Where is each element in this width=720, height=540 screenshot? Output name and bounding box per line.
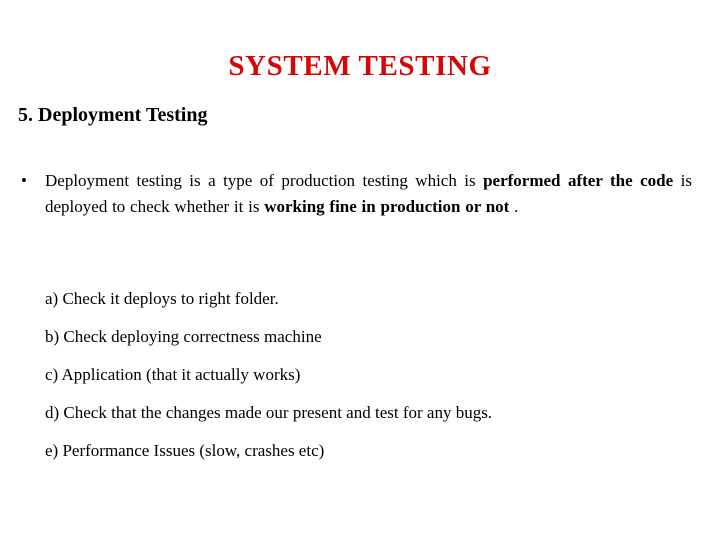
page-title: SYSTEM TESTING (228, 50, 492, 82)
list-item: b) Check deploying correctness machine (45, 327, 322, 346)
section-heading: 5. Deployment Testing (18, 104, 208, 126)
regular-run: Deployment testing is a type of producti… (45, 171, 484, 190)
bullet-row: • Deployment testing is a type of produc… (18, 168, 692, 220)
slide-canvas: SYSTEM TESTING 5. Deployment Testing • D… (0, 0, 720, 540)
bold-run: working fine in production or not (264, 197, 510, 216)
bullet-paragraph-text: Deployment testing is a type of producti… (45, 168, 692, 220)
lettered-list: a) Check it deploys to right folder. b) … (45, 289, 685, 479)
bullet-point-icon: • (21, 171, 27, 190)
list-item: a) Check it deploys to right folder. (45, 289, 279, 308)
list-item: c) Application (that it actually works) (45, 365, 301, 384)
regular-run: . (509, 197, 519, 216)
bold-run: performed after the code (483, 171, 681, 190)
list-item: e) Performance Issues (slow, crashes etc… (45, 441, 325, 460)
bullet-paragraph: • Deployment testing is a type of produc… (18, 168, 692, 220)
list-item: d) Check that the changes made our prese… (45, 403, 493, 422)
